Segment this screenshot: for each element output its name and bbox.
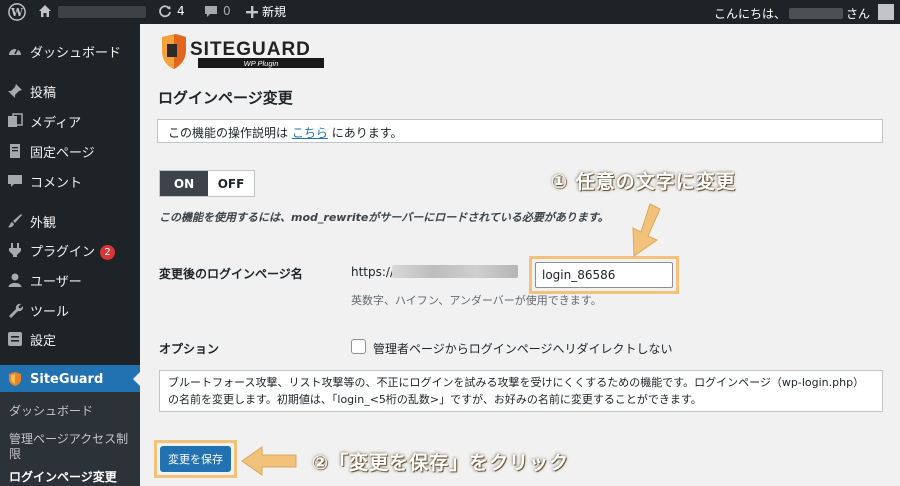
sidebar-item-label: 設定	[30, 333, 57, 349]
page-icon	[7, 143, 23, 159]
wordpress-logo-icon[interactable]: W	[8, 3, 26, 21]
new-content-item[interactable]: 新規	[246, 3, 286, 20]
sidebar-item-label: ツール	[30, 304, 70, 320]
page-title: ログインページ変更	[158, 89, 293, 107]
sidebar-item-comments[interactable]: コメント	[0, 167, 140, 195]
notice-prefix: この機能の操作説明は	[168, 126, 289, 140]
sidebar-item-label: 固定ページ	[30, 145, 95, 161]
sidebar-item-dashboard[interactable]: ダッシュボード	[0, 37, 140, 65]
sidebar-item-media[interactable]: メディア	[0, 107, 140, 135]
comment-bubble-icon	[205, 6, 217, 17]
home-icon[interactable]	[38, 4, 52, 18]
admin-bar: W 4 0 新規 こんにちは、 さん	[0, 0, 900, 24]
updates-count: 4	[177, 4, 185, 18]
new-label: 新規	[262, 5, 287, 19]
requirement-text: この機能を使用するには、mod_rewriteがサーバーにロードされている必要が…	[159, 211, 609, 224]
sidebar-item-pages[interactable]: 固定ページ	[0, 137, 140, 165]
login-input-highlight	[529, 256, 679, 294]
dashboard-icon	[7, 43, 23, 59]
sidebar-item-label: SiteGuard	[30, 371, 104, 387]
feature-description: ブルートフォース攻撃、リスト攻撃等の、不正にログインを試みる攻撃を受けにくくする…	[159, 370, 883, 412]
account-greeting[interactable]: こんにちは、 さん	[714, 5, 870, 22]
plugin-icon	[7, 242, 23, 258]
updates-item[interactable]: 4	[158, 4, 185, 18]
sidebar-item-label: プラグイン	[30, 244, 96, 260]
save-changes-button[interactable]: 変更を保存	[160, 446, 231, 472]
sidebar-item-plugins[interactable]: プラグイン 2	[0, 236, 140, 264]
plugin-update-badge: 2	[100, 244, 116, 260]
wrench-icon	[7, 302, 23, 318]
avatar[interactable]	[878, 4, 894, 20]
sidebar-item-label: メディア	[30, 115, 82, 131]
no-redirect-label[interactable]: 管理者ページからログインページへリダイレクトしない	[373, 340, 673, 357]
sidebar-item-label: コメント	[30, 175, 83, 191]
media-icon	[7, 113, 23, 129]
toggle-on-button[interactable]: ON	[160, 171, 208, 196]
comments-count: 0	[223, 4, 231, 18]
save-button-highlight: 変更を保存	[154, 440, 237, 478]
sidebar-item-label: 外観	[30, 215, 57, 231]
siteguard-submenu: ダッシュボード 管理ページアクセス制限 ログインページ変更	[0, 392, 140, 486]
sidebar-item-label: ユーザー	[30, 274, 82, 290]
update-icon	[159, 5, 171, 18]
user-icon	[7, 272, 23, 288]
siteguard-logo: SITEGUARD WP Plugin	[162, 34, 324, 69]
svg-text:WP Plugin: WP Plugin	[244, 59, 279, 68]
comment-icon	[7, 173, 23, 189]
greeting-text: こんにちは、	[713, 7, 786, 21]
description-line: ブルートフォース攻撃、リスト攻撃等の、不正にログインを試みる攻撃を受けにくくする…	[168, 376, 865, 389]
url-prefix: https://	[351, 265, 395, 279]
submenu-item-login-change[interactable]: ログインページ変更	[9, 470, 117, 485]
annotation-step2: ②「変更を保存」をクリック	[312, 452, 570, 474]
sidebar-item-users[interactable]: ユーザー	[0, 266, 140, 294]
svg-text:SITEGUARD: SITEGUARD	[190, 39, 311, 60]
input-hint: 英数字、ハイフン、アンダーバーが使用できます。	[351, 294, 602, 307]
help-link[interactable]: こちら	[292, 126, 328, 140]
svg-text:W: W	[10, 6, 24, 19]
annotation-step1: ① 任意の文字に変更	[551, 171, 736, 193]
arrow-left-icon	[241, 446, 297, 476]
comments-item[interactable]: 0	[204, 4, 231, 18]
arrow-down-icon	[632, 203, 661, 257]
brush-icon	[7, 213, 23, 229]
help-notice: この機能の操作説明は こちら にあります。	[157, 119, 883, 143]
sidebar-item-posts[interactable]: 投稿	[0, 77, 140, 105]
username-redacted	[788, 8, 843, 19]
sidebar-item-label: 投稿	[30, 85, 57, 101]
sidebar-item-tools[interactable]: ツール	[0, 296, 140, 324]
url-domain-redacted	[392, 265, 518, 278]
option-label: オプション	[159, 342, 220, 356]
siteguard-icon	[7, 371, 23, 387]
admin-sidebar: ダッシュボード 投稿 メディア 固定ページ コメント 外観 プラグイン 2 ユーザ…	[0, 24, 140, 486]
sidebar-item-settings[interactable]: 設定	[0, 325, 140, 353]
site-name-redacted[interactable]	[58, 6, 146, 18]
notice-suffix: にあります。	[331, 126, 403, 140]
main-content: SITEGUARD WP Plugin ログインページ変更 この機能の操作説明は…	[140, 24, 900, 486]
new-login-page-label: 変更後のログインページ名	[159, 267, 303, 281]
sidebar-item-label: ダッシュボード	[30, 45, 122, 61]
login-page-name-input[interactable]	[535, 262, 673, 288]
pin-icon	[7, 83, 23, 99]
honorific-text: さん	[845, 7, 870, 21]
plus-icon	[246, 5, 258, 18]
toggle-off-button[interactable]: OFF	[208, 171, 254, 196]
settings-icon	[7, 331, 23, 347]
feature-toggle[interactable]: ON OFF	[159, 170, 255, 197]
sidebar-item-appearance[interactable]: 外観	[0, 207, 140, 235]
submenu-item-admin-access[interactable]: 管理ページアクセス制限	[9, 432, 134, 462]
no-redirect-checkbox[interactable]	[351, 339, 366, 354]
description-line: の名前を変更します。初期値は、「login_<5桁の乱数>」ですが、お好みの名前…	[168, 393, 702, 406]
sidebar-item-siteguard[interactable]: SiteGuard	[0, 365, 140, 393]
submenu-item-dashboard[interactable]: ダッシュボード	[9, 404, 93, 419]
